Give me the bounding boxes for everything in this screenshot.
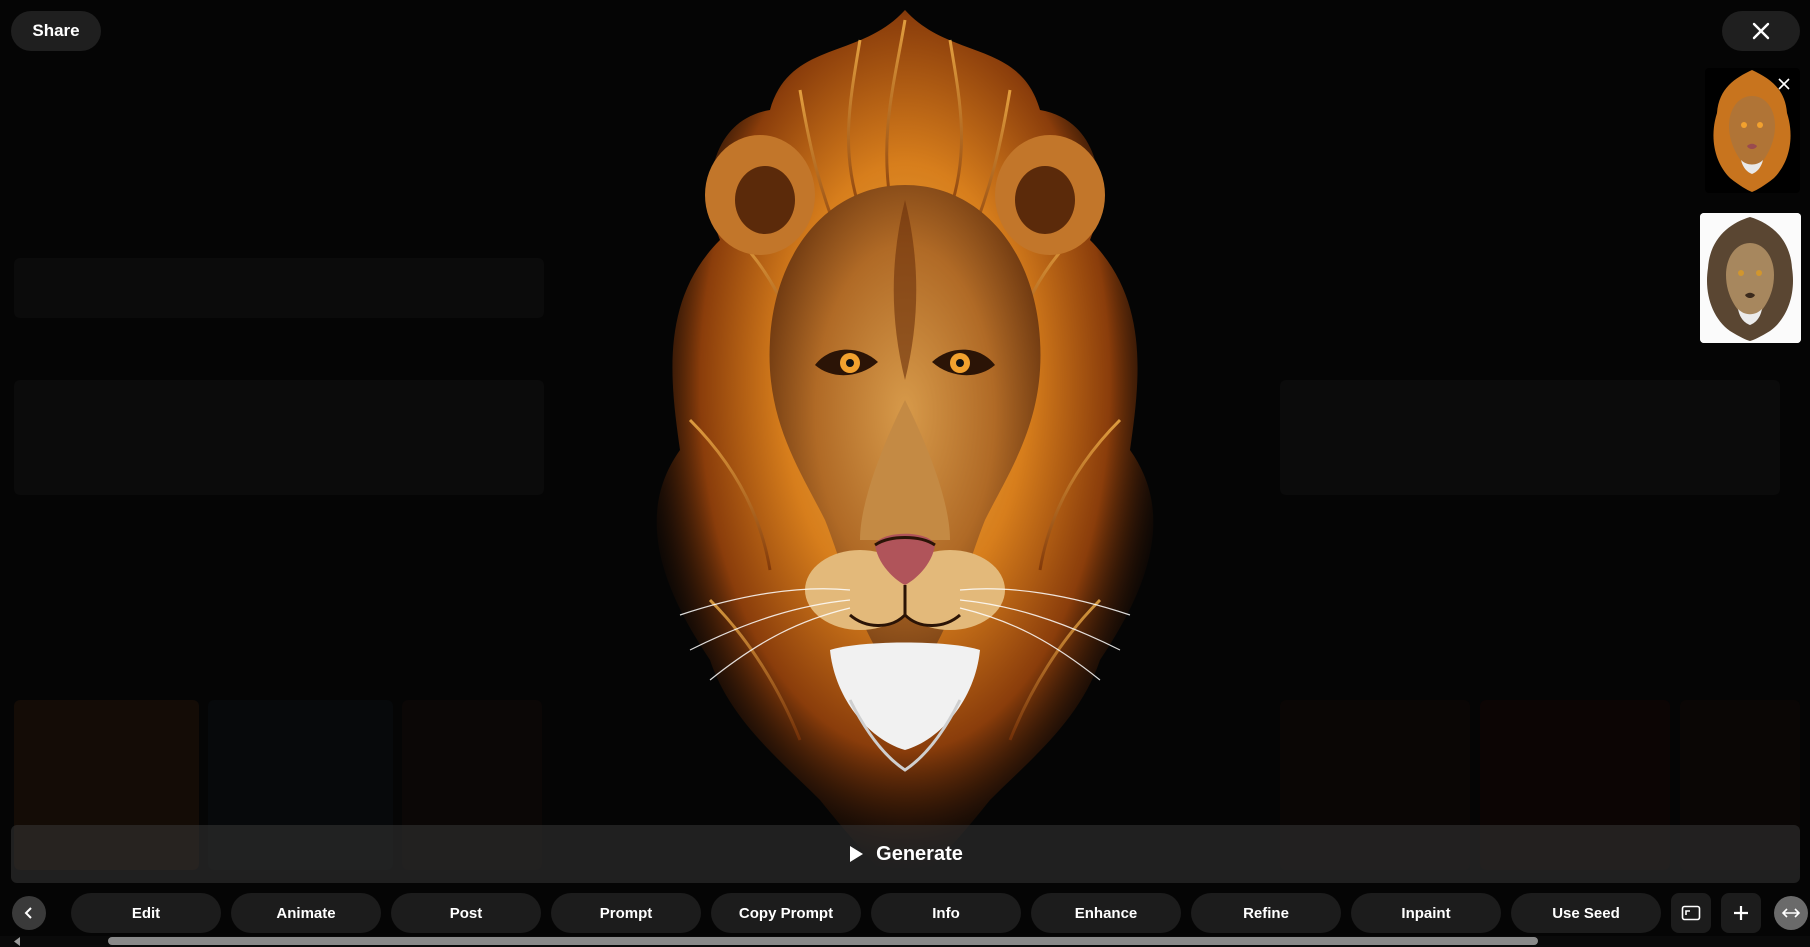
play-icon <box>850 846 864 862</box>
copy-prompt-button[interactable]: Copy Prompt <box>711 893 861 933</box>
aspect-ratio-button[interactable] <box>1671 893 1711 933</box>
plus-icon <box>1734 906 1748 920</box>
lion-thumbnail-sketch-image <box>1700 213 1801 343</box>
share-button[interactable]: Share <box>11 11 101 51</box>
use-seed-button[interactable]: Use Seed <box>1511 893 1661 933</box>
info-button[interactable]: Info <box>871 893 1021 933</box>
previous-button[interactable] <box>12 896 46 930</box>
edit-button[interactable]: Edit <box>71 893 221 933</box>
aspect-ratio-icon <box>1681 905 1701 921</box>
scrollbar-thumb[interactable] <box>108 937 1538 945</box>
background-model-card <box>14 380 544 495</box>
chevron-left-icon <box>24 907 32 919</box>
animate-button[interactable]: Animate <box>231 893 381 933</box>
background-search-panel <box>14 258 544 318</box>
generate-button[interactable]: Generate <box>11 825 1800 883</box>
close-button[interactable] <box>1722 11 1800 51</box>
generate-label: Generate <box>876 842 963 865</box>
compare-icon <box>1781 908 1801 918</box>
inpaint-button[interactable]: Inpaint <box>1351 893 1501 933</box>
lion-thumbnail-sketch[interactable] <box>1700 213 1801 343</box>
lion-main-image <box>656 10 1154 900</box>
post-button[interactable]: Post <box>391 893 541 933</box>
enhance-button[interactable]: Enhance <box>1031 893 1181 933</box>
compare-button[interactable] <box>1774 896 1808 930</box>
close-icon <box>1752 22 1770 40</box>
remove-thumbnail-button[interactable] <box>1776 76 1792 92</box>
action-toolbar: Edit Animate Post Prompt Copy Prompt Inf… <box>0 893 1810 935</box>
close-icon <box>1778 78 1790 90</box>
add-button[interactable] <box>1721 893 1761 933</box>
refine-button[interactable]: Refine <box>1191 893 1341 933</box>
prompt-button[interactable]: Prompt <box>551 893 701 933</box>
background-model-card-right <box>1280 380 1780 495</box>
scroll-left-arrow-icon[interactable] <box>12 937 22 946</box>
